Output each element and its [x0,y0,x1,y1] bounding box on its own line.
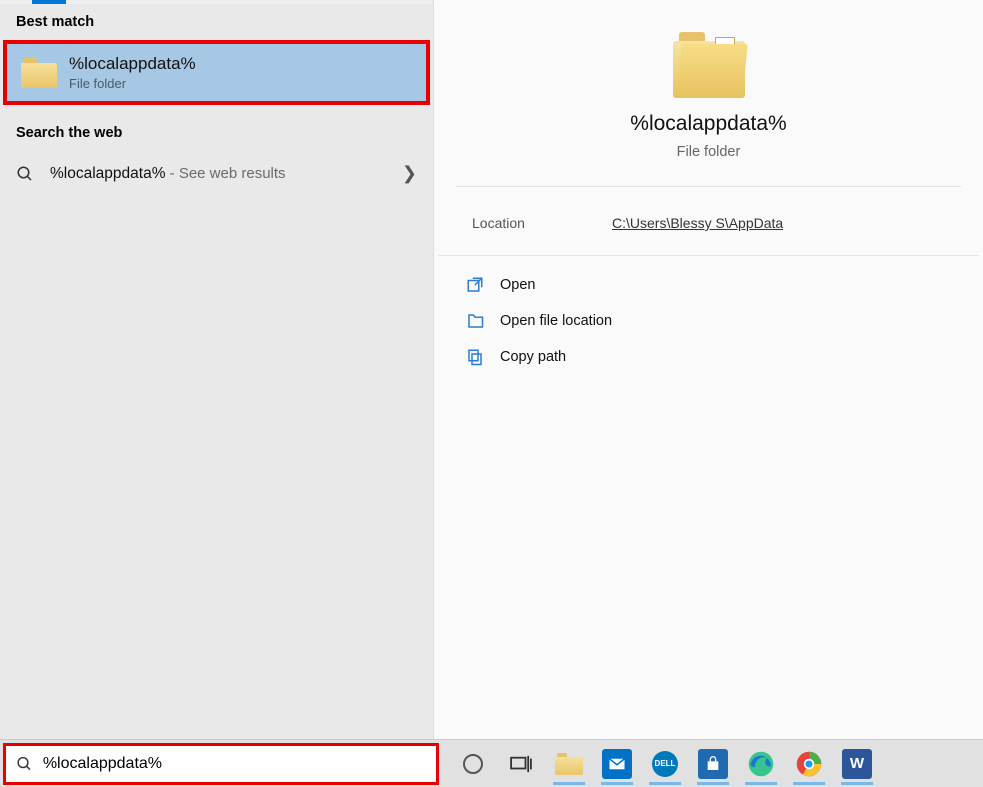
web-result-label: %localappdata% [50,165,165,182]
best-match-header: Best match [0,4,433,36]
location-row: Location C:\Users\Blessy S\AppData [438,187,979,256]
chrome-icon [795,750,823,778]
word-icon: W [842,749,872,779]
folder-location-icon [466,312,484,330]
best-match-subtitle: File folder [69,76,196,91]
chrome-taskbar[interactable] [787,743,831,785]
folder-icon [673,32,745,98]
folder-icon [555,753,583,775]
best-match-result[interactable]: %localappdata% File folder [3,40,430,105]
edge-icon [747,750,775,778]
copy-icon [466,348,484,366]
preview-pane: %localappdata% File folder Location C:\U… [433,0,983,739]
word-taskbar[interactable]: W [835,743,879,785]
open-action[interactable]: Open [466,276,951,294]
dell-app-taskbar[interactable]: DELL [643,743,687,785]
taskbar-search-box[interactable] [3,743,439,785]
chevron-right-icon: ❯ [402,163,417,184]
preview-header: %localappdata% File folder [456,0,961,187]
preview-subtitle: File folder [456,144,961,160]
search-icon [16,755,33,773]
mail-taskbar[interactable] [595,743,639,785]
location-path[interactable]: C:\Users\Blessy S\AppData [612,215,783,231]
dell-icon: DELL [652,751,678,777]
web-result-hint: - See web results [165,165,285,182]
store-icon [698,749,728,779]
open-file-location-action[interactable]: Open file location [466,312,951,330]
best-match-title: %localappdata% [69,54,196,74]
location-label: Location [472,215,612,231]
task-view-icon [510,755,532,773]
folder-icon [21,58,57,88]
file-explorer-taskbar[interactable] [547,743,591,785]
content-area: Best match %localappdata% File folder Se… [0,0,983,739]
open-icon [466,276,484,294]
taskbar: DELL W [0,739,983,787]
search-web-header: Search the web [0,115,433,147]
windows-search-panel: Best match %localappdata% File folder Se… [0,0,983,787]
web-search-result[interactable]: %localappdata% - See web results ❯ [0,147,433,200]
edge-taskbar[interactable] [739,743,783,785]
copy-path-action[interactable]: Copy path [466,348,951,366]
action-list: Open Open file location Copy path [434,256,983,386]
store-taskbar[interactable] [691,743,735,785]
search-icon [16,165,34,183]
cortana-icon [463,754,483,774]
cortana-button[interactable] [451,743,495,785]
preview-title: %localappdata% [456,112,961,136]
mail-icon [602,749,632,779]
search-input[interactable] [43,755,426,773]
search-results-pane: Best match %localappdata% File folder Se… [0,0,433,739]
task-view-button[interactable] [499,743,543,785]
